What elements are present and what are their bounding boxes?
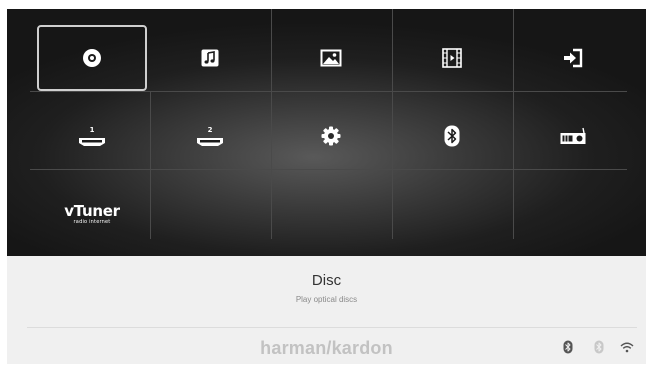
film-icon <box>442 48 462 68</box>
grid-divider <box>513 9 514 239</box>
tile-vtuner[interactable]: vTuner radio internet <box>37 181 147 247</box>
vtuner-logo: vTuner radio internet <box>64 201 120 225</box>
screen-frame: 1 2 vTuner radio internet Disc Play opti… <box>7 9 646 364</box>
hdmi-2-icon: 2 <box>197 126 223 146</box>
tile-radio[interactable] <box>518 103 628 169</box>
tile-video[interactable] <box>397 25 507 91</box>
disc-icon <box>83 49 101 67</box>
grid-divider <box>150 91 151 239</box>
bluetooth-icon <box>594 340 604 354</box>
tile-bluetooth[interactable] <box>397 103 507 169</box>
selected-subtitle: Play optical discs <box>295 295 358 304</box>
picture-icon <box>320 49 342 67</box>
selected-title: Disc <box>311 272 342 289</box>
hdmi-2-label: 2 <box>208 126 213 134</box>
tile-settings[interactable] <box>276 103 386 169</box>
vtuner-logo-subtext: radio internet <box>73 218 111 225</box>
music-note-icon <box>201 49 219 67</box>
tile-hdmi-1[interactable]: 1 <box>37 103 147 169</box>
tile-disc[interactable] <box>37 25 147 91</box>
tile-hdmi-2[interactable]: 2 <box>155 103 265 169</box>
tile-photos[interactable] <box>276 25 386 91</box>
vtuner-logo-text: vTuner <box>64 201 120 220</box>
gear-icon <box>321 126 341 146</box>
input-icon <box>564 48 583 68</box>
tile-music[interactable] <box>155 25 265 91</box>
hdmi-1-label: 1 <box>90 126 95 134</box>
grid-divider <box>30 169 627 170</box>
grid-divider <box>271 9 272 239</box>
wifi-icon <box>620 342 634 353</box>
grid-divider <box>30 91 627 92</box>
bluetooth-icon <box>444 125 460 147</box>
tile-input[interactable] <box>518 25 628 91</box>
home-menu-grid: 1 2 vTuner radio internet <box>7 9 646 256</box>
brand-logo: harman/kardon <box>260 338 393 358</box>
radio-icon <box>560 127 586 144</box>
hdmi-1-icon: 1 <box>79 126 105 146</box>
grid-divider <box>392 9 393 239</box>
bluetooth-icon <box>563 340 573 354</box>
footer-divider <box>27 327 637 328</box>
info-panel: Disc Play optical discs harman/kardon <box>7 256 646 364</box>
